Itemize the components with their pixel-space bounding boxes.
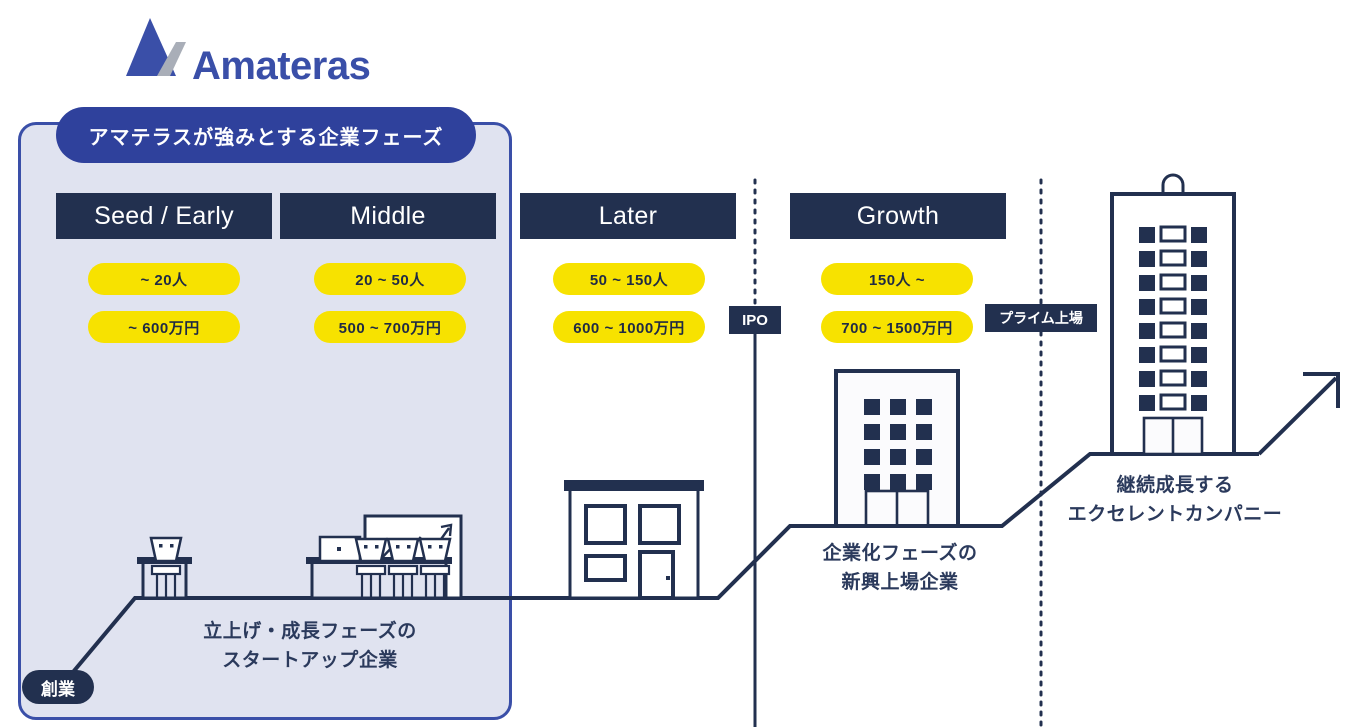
caption-excellent: 継続成長する エクセレントカンパニー xyxy=(1055,472,1295,529)
caption-startup-line2: スタートアップ企業 xyxy=(222,649,398,671)
salary-badge-growth: 700 ~ 1500万円 xyxy=(821,311,973,343)
mid-rise-building-icon xyxy=(834,369,960,528)
diagram-canvas: Amateras アマテラスが強みとする企業フェーズ Seed / Early … xyxy=(0,0,1347,727)
caption-emerging: 企業化フェーズの 新興上場企業 xyxy=(800,540,1000,597)
phase-header-seed-early: Seed / Early xyxy=(56,193,272,239)
headcount-badge-middle: 20 ~ 50人 xyxy=(314,263,466,295)
caption-emerging-line1: 企業化フェーズの xyxy=(822,543,978,564)
headcount-badge-later: 50 ~ 150人 xyxy=(553,263,705,295)
high-rise-building-icon xyxy=(1110,173,1236,456)
caption-excellent-line2: エクセレントカンパニー xyxy=(1067,503,1283,525)
caption-emerging-line2: 新興上場企業 xyxy=(841,571,959,593)
phase-header-later: Later xyxy=(520,193,736,239)
small-office-building-icon xyxy=(564,480,704,600)
caption-startup: 立上げ・成長フェーズの スタートアップ企業 xyxy=(150,618,470,675)
phase-header-middle: Middle xyxy=(280,193,496,239)
milestone-prime: プライム上場 xyxy=(985,304,1097,332)
caption-startup-line1: 立上げ・成長フェーズの xyxy=(203,621,417,642)
single-desk-worker-icon xyxy=(137,536,192,600)
phase-header-growth: Growth xyxy=(790,193,1006,239)
milestone-ipo: IPO xyxy=(729,306,781,334)
team-desks-whiteboard-icon xyxy=(306,514,463,600)
salary-badge-middle: 500 ~ 700万円 xyxy=(314,311,466,343)
salary-badge-seed-early: ~ 600万円 xyxy=(88,311,240,343)
milestone-founding: 創業 xyxy=(22,670,94,704)
headcount-badge-growth: 150人 ~ xyxy=(821,263,973,295)
panel-badge: アマテラスが強みとする企業フェーズ xyxy=(56,107,476,163)
headcount-badge-seed-early: ~ 20人 xyxy=(88,263,240,295)
caption-excellent-line1: 継続成長する xyxy=(1116,475,1234,496)
salary-badge-later: 600 ~ 1000万円 xyxy=(553,311,705,343)
